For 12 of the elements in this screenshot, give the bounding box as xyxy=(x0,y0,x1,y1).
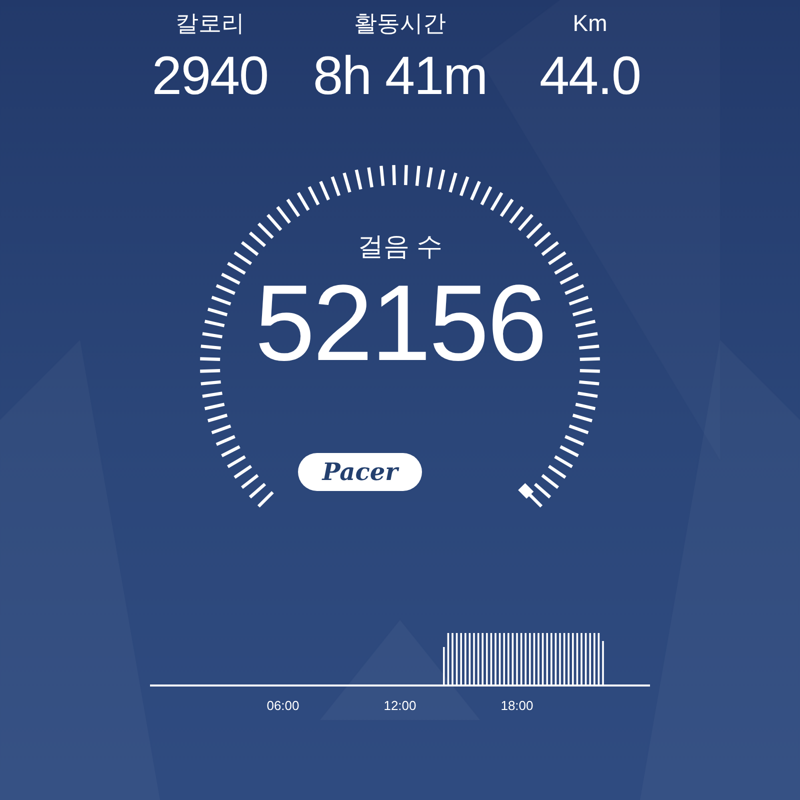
time-label: 12:00 xyxy=(384,699,416,712)
stat-value: 8h 41m xyxy=(312,49,488,103)
time-label: 06:00 xyxy=(266,699,300,712)
stat-value: 2940 xyxy=(152,49,268,103)
stat-label: Km xyxy=(572,12,608,35)
stat-value: 44.0 xyxy=(539,49,641,103)
steps-label: 걸음 수 xyxy=(357,233,443,259)
logo: Pacer xyxy=(298,453,422,491)
time-label: 18:00 xyxy=(500,699,534,712)
stat-label: 칼로리 xyxy=(176,12,244,35)
stat-label: 활동시간 xyxy=(354,12,446,35)
steps-count: 52156 xyxy=(254,269,546,377)
